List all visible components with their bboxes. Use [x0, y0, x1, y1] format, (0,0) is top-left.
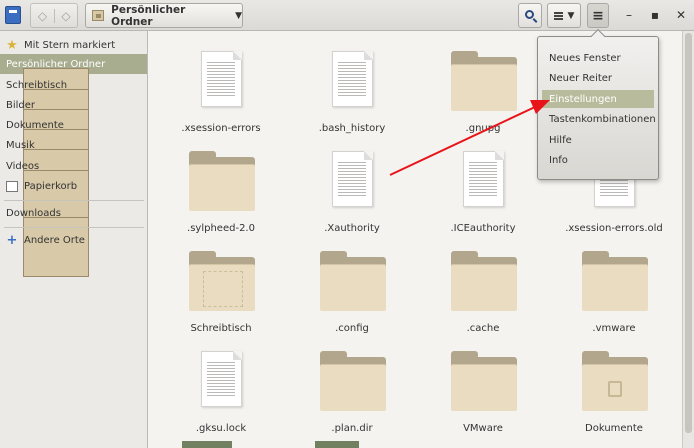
- menu-item-about[interactable]: Info: [542, 151, 654, 169]
- close-button[interactable]: ✕: [674, 8, 688, 22]
- file-item[interactable]: .sylpheed-2.0: [166, 137, 276, 237]
- chevron-down-icon: ▼: [567, 10, 575, 21]
- location-label: Persönlicher Ordner: [111, 3, 186, 28]
- folder-icon: [320, 351, 386, 411]
- home-folder-icon: [92, 10, 105, 21]
- documents-folder-icon: [582, 351, 648, 411]
- magnifier-icon: [524, 10, 534, 19]
- folder-icon: [451, 351, 517, 411]
- file-item[interactable]: Schreibtisch: [166, 237, 276, 337]
- file-item[interactable]: .xsession-errors: [166, 37, 276, 137]
- file-name: Dokumente: [585, 423, 643, 434]
- sidebar-item-other-locations[interactable]: + Andere Orte: [0, 230, 147, 250]
- image-thumbnail[interactable]: [315, 441, 359, 448]
- text-file-icon: [201, 51, 242, 107]
- file-item[interactable]: .gnupg: [428, 37, 538, 137]
- sidebar-item-pictures[interactable]: Bilder: [0, 95, 147, 169]
- file-name: Schreibtisch: [190, 323, 252, 334]
- text-file-icon: [201, 351, 242, 407]
- image-thumbnail[interactable]: [182, 441, 232, 448]
- app-menu-button[interactable]: ≡: [587, 3, 609, 28]
- folder-icon: [451, 51, 517, 111]
- sidebar-item-documents[interactable]: Dokumente: [0, 115, 147, 189]
- menu-item-new-tab[interactable]: Neuer Reiter: [542, 69, 654, 87]
- sidebar-item-videos[interactable]: Videos: [0, 156, 147, 230]
- file-item[interactable]: Dokumente: [559, 337, 669, 437]
- plus-icon: +: [6, 232, 18, 248]
- file-item[interactable]: .ICEauthority: [428, 137, 538, 237]
- file-name: .gksu.lock: [195, 423, 247, 434]
- back-arrow-icon[interactable]: ◇: [31, 9, 54, 23]
- hamburger-menu-icon: ≡: [592, 7, 604, 24]
- minimize-button[interactable]: –: [622, 8, 636, 22]
- trash-icon: [6, 180, 18, 192]
- file-manager-icon: [5, 6, 21, 24]
- maximize-button[interactable]: ▪: [648, 8, 662, 22]
- file-name: .xsession-errors: [181, 123, 261, 134]
- menu-item-keyboard-shortcuts[interactable]: Tastenkombinationen: [542, 110, 656, 128]
- sidebar-item-music[interactable]: Musik: [0, 135, 147, 209]
- menu-item-preferences[interactable]: Einstellungen: [542, 90, 654, 108]
- file-item[interactable]: .plan.dir: [297, 337, 407, 437]
- file-name: VMware: [463, 423, 503, 434]
- file-item[interactable]: .config: [297, 237, 407, 337]
- header-bar: ◇ ◇ Persönlicher Ordner ▼ ▼ ≡ – ▪ ✕: [0, 0, 694, 31]
- text-file-icon: [332, 151, 373, 207]
- folder-icon: [320, 251, 386, 311]
- sidebar-item-desktop[interactable]: Schreibtisch: [0, 75, 147, 149]
- file-item[interactable]: .bash_history: [297, 37, 407, 137]
- folder-icon: [582, 251, 648, 311]
- file-name: .vmware: [592, 323, 636, 334]
- folder-icon: [451, 251, 517, 311]
- file-name: .ICEauthority: [450, 223, 516, 234]
- file-name: .xsession-errors.old: [565, 223, 663, 234]
- sidebar: ★ Mit Stern markiert Persönlicher Ordner…: [0, 31, 148, 448]
- app-menu-popover: Neues Fenster Neuer Reiter Einstellungen…: [537, 28, 659, 180]
- file-name: .plan.dir: [331, 423, 373, 434]
- sidebar-item-downloads[interactable]: Downloads: [0, 203, 147, 277]
- desktop-folder-icon: [189, 251, 255, 311]
- sidebar-item-starred[interactable]: ★ Mit Stern markiert: [0, 35, 147, 55]
- file-name: .gnupg: [465, 123, 501, 134]
- view-options-button[interactable]: ▼: [547, 3, 581, 28]
- file-name: .sylpheed-2.0: [187, 223, 255, 234]
- file-name: .Xauthority: [324, 223, 380, 234]
- file-item[interactable]: VMware: [428, 337, 538, 437]
- sidebar-item-trash[interactable]: Papierkorb: [0, 176, 147, 196]
- vertical-scrollbar[interactable]: [682, 31, 694, 448]
- sidebar-item-label: Papierkorb: [24, 180, 78, 192]
- menu-item-new-window[interactable]: Neues Fenster: [542, 49, 654, 67]
- sidebar-item-home[interactable]: Persönlicher Ordner: [0, 54, 147, 128]
- file-item[interactable]: .gksu.lock: [166, 337, 276, 437]
- file-item[interactable]: .cache: [428, 237, 538, 337]
- list-view-icon: [553, 11, 563, 20]
- location-button[interactable]: Persönlicher Ordner ▼: [85, 3, 243, 28]
- sidebar-separator: [4, 200, 144, 201]
- star-icon: ★: [6, 37, 18, 53]
- file-name: .config: [335, 323, 369, 334]
- text-file-icon: [463, 151, 504, 207]
- file-name: .bash_history: [318, 123, 386, 134]
- menu-item-help[interactable]: Hilfe: [542, 131, 654, 149]
- sidebar-separator: [4, 227, 144, 228]
- file-item[interactable]: .Xauthority: [297, 137, 407, 237]
- file-item[interactable]: .vmware: [559, 237, 669, 337]
- folder-icon: [189, 151, 255, 211]
- text-file-icon: [332, 51, 373, 107]
- sidebar-item-label: Mit Stern markiert: [24, 39, 116, 51]
- file-name: .cache: [466, 323, 500, 334]
- scrollbar-thumb[interactable]: [685, 33, 692, 433]
- forward-arrow-icon[interactable]: ◇: [53, 8, 77, 23]
- sidebar-item-label: Andere Orte: [24, 234, 85, 246]
- navigation-buttons: ◇ ◇: [30, 3, 78, 28]
- chevron-down-icon: ▼: [235, 10, 242, 21]
- search-button[interactable]: [518, 3, 542, 28]
